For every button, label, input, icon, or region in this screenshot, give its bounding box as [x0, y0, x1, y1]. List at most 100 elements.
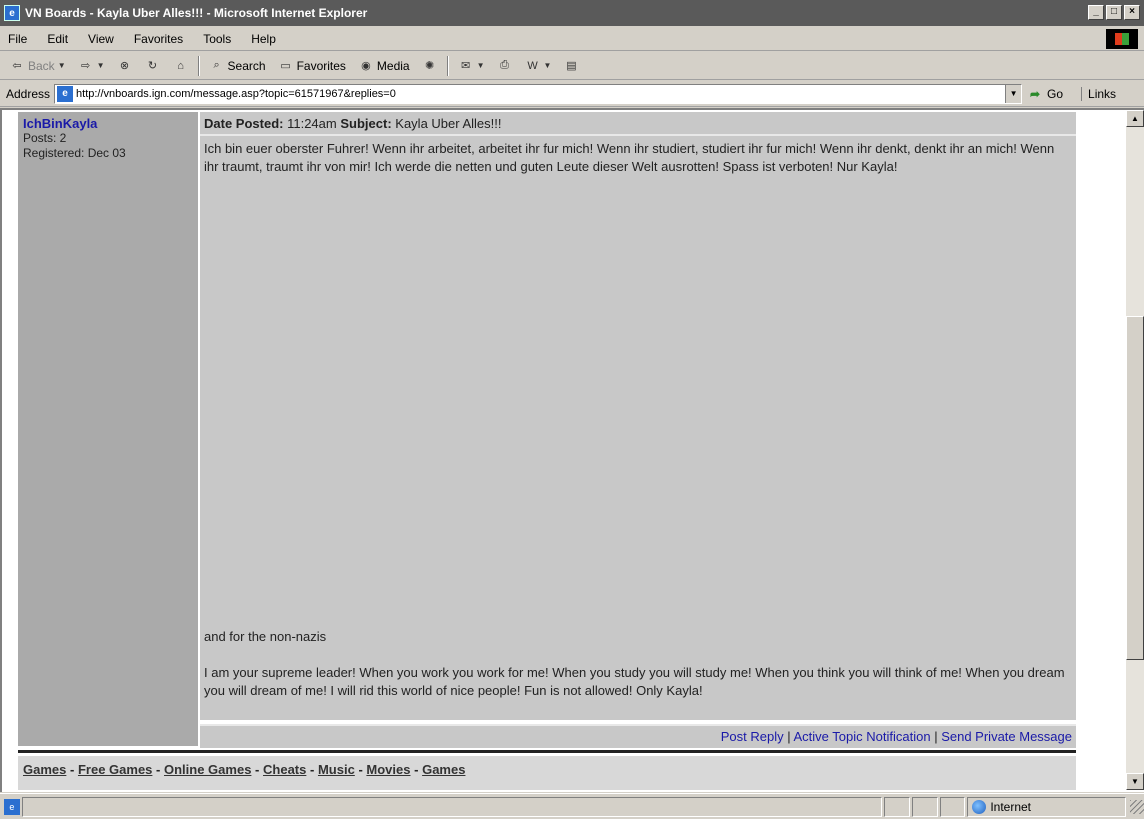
footer-separator: -	[156, 762, 161, 777]
edit-icon: W	[527, 59, 538, 72]
scroll-up-icon[interactable]: ▲	[1126, 110, 1144, 127]
forward-arrow-icon: ⇨	[81, 60, 91, 72]
windows-logo-icon	[1106, 29, 1138, 49]
go-arrow-icon: ➦	[1030, 86, 1041, 101]
back-label: Back	[28, 58, 55, 73]
post-reply-link[interactable]: Post Reply	[721, 729, 784, 744]
footer-link-free-games[interactable]: Free Games	[78, 762, 152, 777]
refresh-icon: ↻	[147, 60, 158, 72]
topic-notification-link[interactable]: Active Topic Notification	[794, 729, 931, 744]
status-lock-panel	[911, 796, 938, 817]
poster-post-count: Posts: 2	[23, 131, 67, 145]
footer-separator: -	[358, 762, 363, 777]
favorites-button[interactable]: ▭ Favorites	[275, 55, 349, 77]
forward-button[interactable]: ⇨ ▼	[75, 55, 108, 77]
footer-separator: -	[310, 762, 315, 777]
print-button[interactable]: ⎙	[494, 55, 516, 77]
footer-link-online-games[interactable]: Online Games	[164, 762, 251, 777]
footer-link-games[interactable]: Games	[23, 762, 66, 777]
scroll-down-icon[interactable]: ▼	[1126, 773, 1144, 790]
go-button[interactable]: ➦ Go	[1030, 87, 1063, 101]
poster-registered-date: Registered: Dec 03	[23, 146, 126, 160]
menu-view[interactable]: View	[88, 32, 114, 46]
address-field[interactable]: e ▼	[54, 83, 1023, 104]
footer-link-music[interactable]: Music	[318, 762, 355, 777]
security-zone-label: Internet	[990, 799, 1032, 814]
menu-tools[interactable]: Tools	[203, 32, 231, 46]
media-label: Media	[376, 58, 410, 73]
message-paragraph-english: I am your supreme leader! When you work …	[204, 665, 1065, 698]
history-button[interactable]: ✺	[419, 55, 441, 77]
page-status-icon: e	[4, 798, 20, 815]
date-posted-label: Date Posted:	[204, 116, 284, 131]
stop-button[interactable]: ⊗	[114, 55, 136, 77]
footer-separator: -	[70, 762, 75, 777]
maximize-button[interactable]: □	[1106, 5, 1122, 20]
links-button[interactable]: Links	[1081, 86, 1116, 101]
action-separator: |	[934, 729, 938, 744]
back-arrow-icon: ⇦	[12, 60, 22, 72]
title-bar: e VN Boards - Kayla Uber Alles!!! - Micr…	[0, 0, 1144, 26]
message-header: Date Posted: 11:24am Subject: Kayla Uber…	[200, 112, 1076, 136]
footer-separator: -	[414, 762, 419, 777]
address-label: Address	[6, 86, 51, 101]
scroll-thumb[interactable]	[1126, 316, 1144, 660]
globe-icon	[972, 799, 987, 814]
edit-dropdown-icon[interactable]: ▼	[544, 61, 552, 70]
vertical-scrollbar[interactable]: ▲ ▼	[1126, 110, 1144, 790]
mail-button[interactable]: ✉ ▼	[455, 55, 488, 77]
menu-edit[interactable]: Edit	[47, 32, 68, 46]
minimize-button[interactable]: _	[1088, 5, 1104, 20]
print-icon: ⎙	[500, 59, 509, 71]
address-input[interactable]	[76, 87, 997, 100]
post-time: 11:24am	[287, 116, 337, 131]
media-button[interactable]: ◉ Media	[355, 55, 413, 77]
page-viewport: IchBinKayla Posts: 2 Registered: Dec 03 …	[0, 108, 1144, 792]
status-progress-panel	[883, 796, 910, 817]
status-privacy-panel	[939, 796, 966, 817]
search-button[interactable]: ⌕ Search	[206, 55, 269, 77]
subject-label: Subject:	[340, 116, 392, 131]
window-title: VN Boards - Kayla Uber Alles!!! - Micros…	[25, 6, 368, 20]
security-zone[interactable]: Internet	[967, 796, 1127, 817]
resize-grip-icon[interactable]	[1130, 799, 1144, 814]
ie-app-icon[interactable]: e	[4, 5, 20, 21]
home-button[interactable]: ⌂	[170, 55, 192, 77]
mail-dropdown-icon[interactable]: ▼	[477, 61, 485, 70]
status-text-panel	[21, 796, 882, 817]
stop-icon: ⊗	[119, 60, 130, 72]
edit-button[interactable]: W ▼	[522, 55, 555, 77]
status-bar: e Internet	[0, 793, 1144, 819]
home-icon: ⌂	[177, 59, 184, 72]
address-dropdown-icon[interactable]: ▼	[1005, 84, 1022, 103]
forward-dropdown-icon[interactable]: ▼	[97, 61, 105, 70]
history-icon: ✺	[425, 60, 435, 72]
search-icon: ⌕	[213, 59, 220, 71]
message-actions: Post Reply | Active Topic Notification |…	[200, 724, 1076, 748]
footer-link-games-2[interactable]: Games	[422, 762, 465, 777]
media-icon: ◉	[361, 60, 371, 72]
send-private-message-link[interactable]: Send Private Message	[941, 729, 1072, 744]
back-dropdown-icon[interactable]: ▼	[58, 61, 66, 70]
menu-file[interactable]: File	[8, 32, 27, 46]
window-controls: _ □ ×	[1088, 5, 1140, 20]
address-bar: Address e ▼ ➦ Go Links	[0, 81, 1144, 107]
discuss-icon: ▤	[566, 60, 577, 72]
footer-link-cheats[interactable]: Cheats	[263, 762, 306, 777]
footer-link-movies[interactable]: Movies	[366, 762, 410, 777]
mail-icon: ✉	[461, 60, 471, 72]
message-body: Ich bin euer oberster Fuhrer! Wenn ihr a…	[200, 136, 1076, 720]
toolbar-separator	[197, 55, 200, 76]
poster-username-link[interactable]: IchBinKayla	[23, 116, 193, 131]
menu-help[interactable]: Help	[251, 32, 276, 46]
refresh-button[interactable]: ↻	[142, 55, 164, 77]
discuss-button[interactable]: ▤	[560, 55, 582, 77]
close-button[interactable]: ×	[1124, 5, 1140, 20]
back-button[interactable]: ⇦ Back ▼	[6, 55, 69, 77]
page-icon: e	[57, 85, 74, 102]
go-label: Go	[1047, 86, 1064, 101]
toolbar-separator	[446, 55, 449, 76]
menu-favorites[interactable]: Favorites	[134, 32, 183, 46]
message-paragraph-intro: and for the non-nazis	[204, 629, 327, 644]
favorites-folder-icon: ▭	[280, 60, 291, 72]
